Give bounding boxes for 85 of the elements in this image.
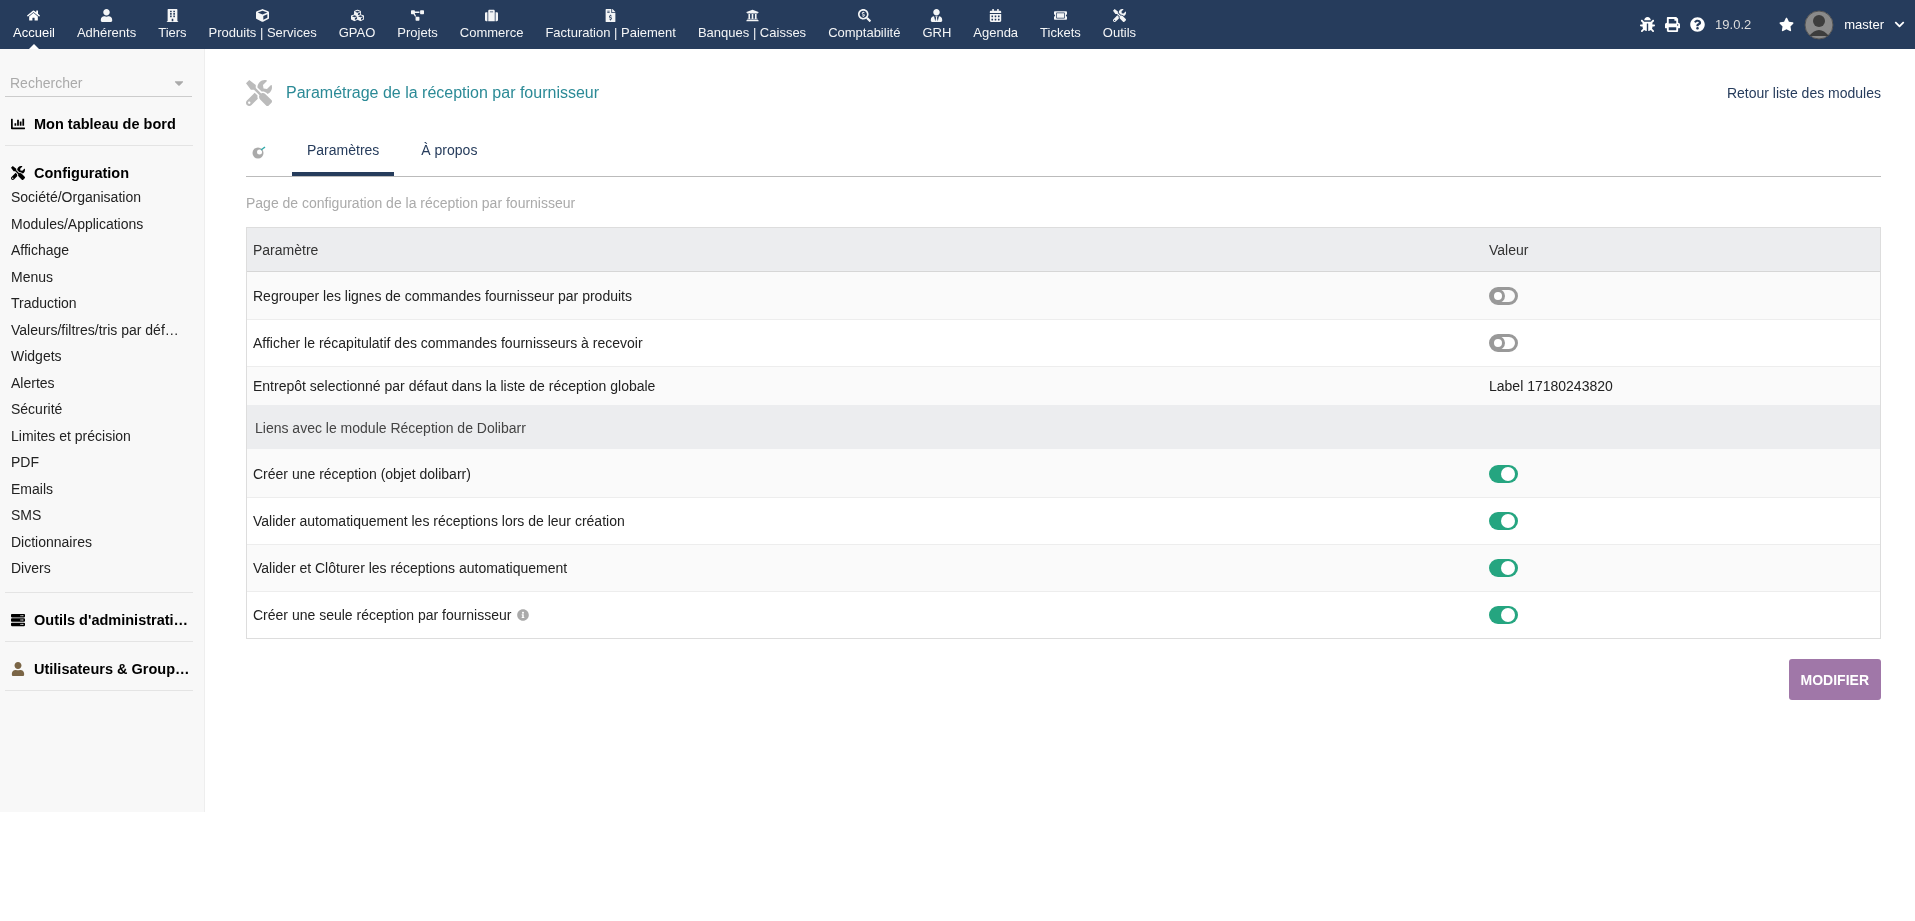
tab[interactable]: À propos [406, 127, 493, 176]
toggle-switch[interactable] [1489, 334, 1518, 352]
sidebar-item[interactable]: Divers [5, 556, 193, 583]
section-heading: Liens avec le module Réception de Dolibarr [254, 419, 527, 436]
sidebar-item[interactable]: Menus [5, 264, 193, 291]
sidebar-item[interactable]: Sécurité [5, 397, 193, 424]
star-icon[interactable] [1779, 17, 1795, 32]
tab[interactable]: Paramètres [292, 127, 395, 176]
user-name[interactable]: master [1844, 17, 1884, 32]
nav-item[interactable]: GPAO [327, 0, 387, 49]
section-title[interactable]: Configuration [34, 165, 130, 181]
nav-item[interactable]: Adhérents [65, 0, 148, 49]
bug-icon[interactable] [1640, 17, 1656, 32]
version-text: 19.0.2 [1715, 17, 1752, 32]
section-title[interactable]: Outils d'administrati… [34, 611, 189, 628]
nav-item[interactable]: Outils [1091, 0, 1148, 49]
chart-icon [11, 117, 25, 131]
setting-label: Valider automatiquement les réceptions lors de leur création [253, 513, 625, 529]
toggle-switch[interactable] [1489, 559, 1518, 577]
setting-label: Valider et Clôturer les réceptions automatiquement [253, 560, 568, 576]
chevron-down-icon[interactable] [1894, 19, 1905, 30]
user-icon [11, 661, 25, 676]
setting-label: Créer une seule réception par fournisseur [253, 607, 512, 623]
sidebar-item[interactable]: Limites et précision [5, 423, 193, 450]
building-icon [165, 9, 179, 22]
ticket-icon [1053, 9, 1067, 22]
nav-item[interactable]: Produits | Services [197, 0, 328, 49]
page-title: Paramétrage de la réception par fournisseur [286, 84, 600, 102]
sidebar-item[interactable]: Widgets [5, 344, 193, 371]
nav-item[interactable]: GRH [911, 0, 963, 49]
column-header: Paramètre [252, 242, 320, 258]
setting-value: Label 17180243820 [1488, 378, 1614, 394]
home-icon [27, 9, 41, 22]
sidebar-item[interactable]: Alertes [5, 370, 193, 397]
help-icon[interactable] [1690, 17, 1706, 32]
toggle-switch[interactable] [1489, 512, 1518, 530]
bank-icon [745, 9, 759, 22]
setting-label: Entrepôt selectionné par défaut dans la liste de réception globale [252, 378, 657, 394]
sidebar-item[interactable]: PDF [5, 450, 193, 477]
toggle-switch[interactable] [1489, 464, 1518, 483]
tools-icon [11, 166, 25, 180]
sidebar-item[interactable]: Affichage [5, 238, 193, 265]
sidebar-item[interactable]: Traduction [5, 291, 193, 318]
search-icon [857, 9, 871, 22]
toggle-switch[interactable] [1489, 606, 1518, 624]
column-header: Valeur [1488, 242, 1530, 258]
nav-item[interactable]: Accueil [2, 0, 66, 49]
sidebar-item[interactable]: Société/Organisation [5, 185, 193, 212]
sidebar-item[interactable]: Emails [5, 476, 193, 503]
nav-item[interactable]: Projets [386, 0, 449, 49]
setting-label: Afficher le récapitulatif des commandes fournisseurs à recevoir [253, 335, 643, 351]
sidebar-item[interactable]: SMS [5, 503, 193, 530]
sidebar-item[interactable]: Modules/Applications [5, 211, 193, 238]
setting-label: Regrouper les lignes de commandes fournisseur par produits [253, 288, 632, 304]
modify-button[interactable]: MODIFIER [1788, 659, 1881, 700]
toggle-switch[interactable] [1489, 287, 1518, 305]
nav-item[interactable]: Facturation | Paiement [534, 0, 687, 49]
tools-icon [246, 80, 272, 106]
section-title[interactable]: Mon tableau de bord [34, 116, 176, 132]
section-title[interactable]: Utilisateurs & Group… [34, 660, 190, 677]
nav-item[interactable]: Comptabilité [817, 0, 912, 49]
nav-item[interactable]: Banques | Caisses [686, 0, 818, 49]
page-description: Page de configuration de la réception par fournisseur [246, 195, 577, 211]
avatar-icon[interactable] [1804, 9, 1835, 40]
nav-item[interactable]: Tiers [147, 0, 198, 49]
back-link[interactable]: Retour liste des modules [1726, 85, 1881, 101]
tools-icon [1112, 9, 1126, 22]
invoice-icon [604, 9, 618, 22]
user-icon [100, 9, 114, 22]
sidebar-item[interactable]: Dictionnaires [5, 529, 193, 556]
cube-icon [256, 9, 270, 22]
nav-item[interactable]: Commerce [448, 0, 535, 49]
cubes-icon [350, 9, 364, 22]
print-icon[interactable] [1665, 17, 1681, 32]
diagram-icon [411, 9, 425, 22]
calendar-icon [989, 9, 1003, 22]
briefcase-icon [485, 9, 499, 22]
user-icon [930, 9, 944, 22]
module-icon [251, 143, 267, 160]
sidebar-item[interactable]: Valeurs/filtres/tris par déf… [5, 317, 193, 344]
server-icon [11, 612, 25, 627]
setting-label: Créer une réception (objet dolibarr) [253, 465, 471, 482]
nav-item[interactable]: Agenda [962, 0, 1030, 49]
nav-item[interactable]: Tickets [1029, 0, 1092, 49]
info-icon[interactable] [517, 609, 530, 621]
